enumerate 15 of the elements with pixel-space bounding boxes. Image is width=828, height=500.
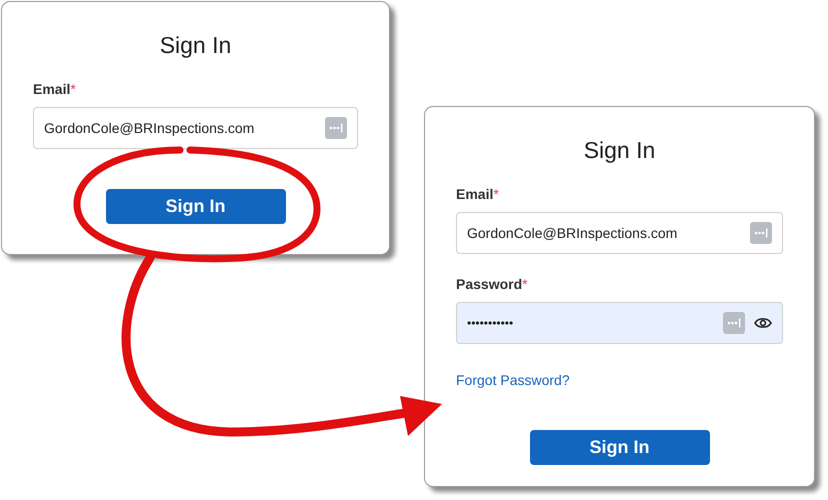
forgot-password-link[interactable]: Forgot Password? xyxy=(456,372,570,388)
password-manager-icon[interactable] xyxy=(723,312,745,334)
eye-icon[interactable] xyxy=(754,317,772,329)
field-label: Password* xyxy=(456,276,528,292)
sign-in-button[interactable]: Sign In xyxy=(106,189,286,224)
card-title: Sign In xyxy=(584,137,656,164)
field-label: Email* xyxy=(33,81,76,97)
field-label: Email* xyxy=(456,186,499,202)
sign-in-button[interactable]: Sign In xyxy=(530,430,710,465)
input-field[interactable]: GordonCole@BRInspections.com xyxy=(33,107,358,149)
card-title: Sign In xyxy=(160,32,232,59)
password-manager-icon[interactable] xyxy=(750,222,772,244)
password-manager-icon[interactable] xyxy=(325,117,347,139)
input-field[interactable]: ••••••••••• xyxy=(456,302,783,344)
input-field[interactable]: GordonCole@BRInspections.com xyxy=(456,212,783,254)
